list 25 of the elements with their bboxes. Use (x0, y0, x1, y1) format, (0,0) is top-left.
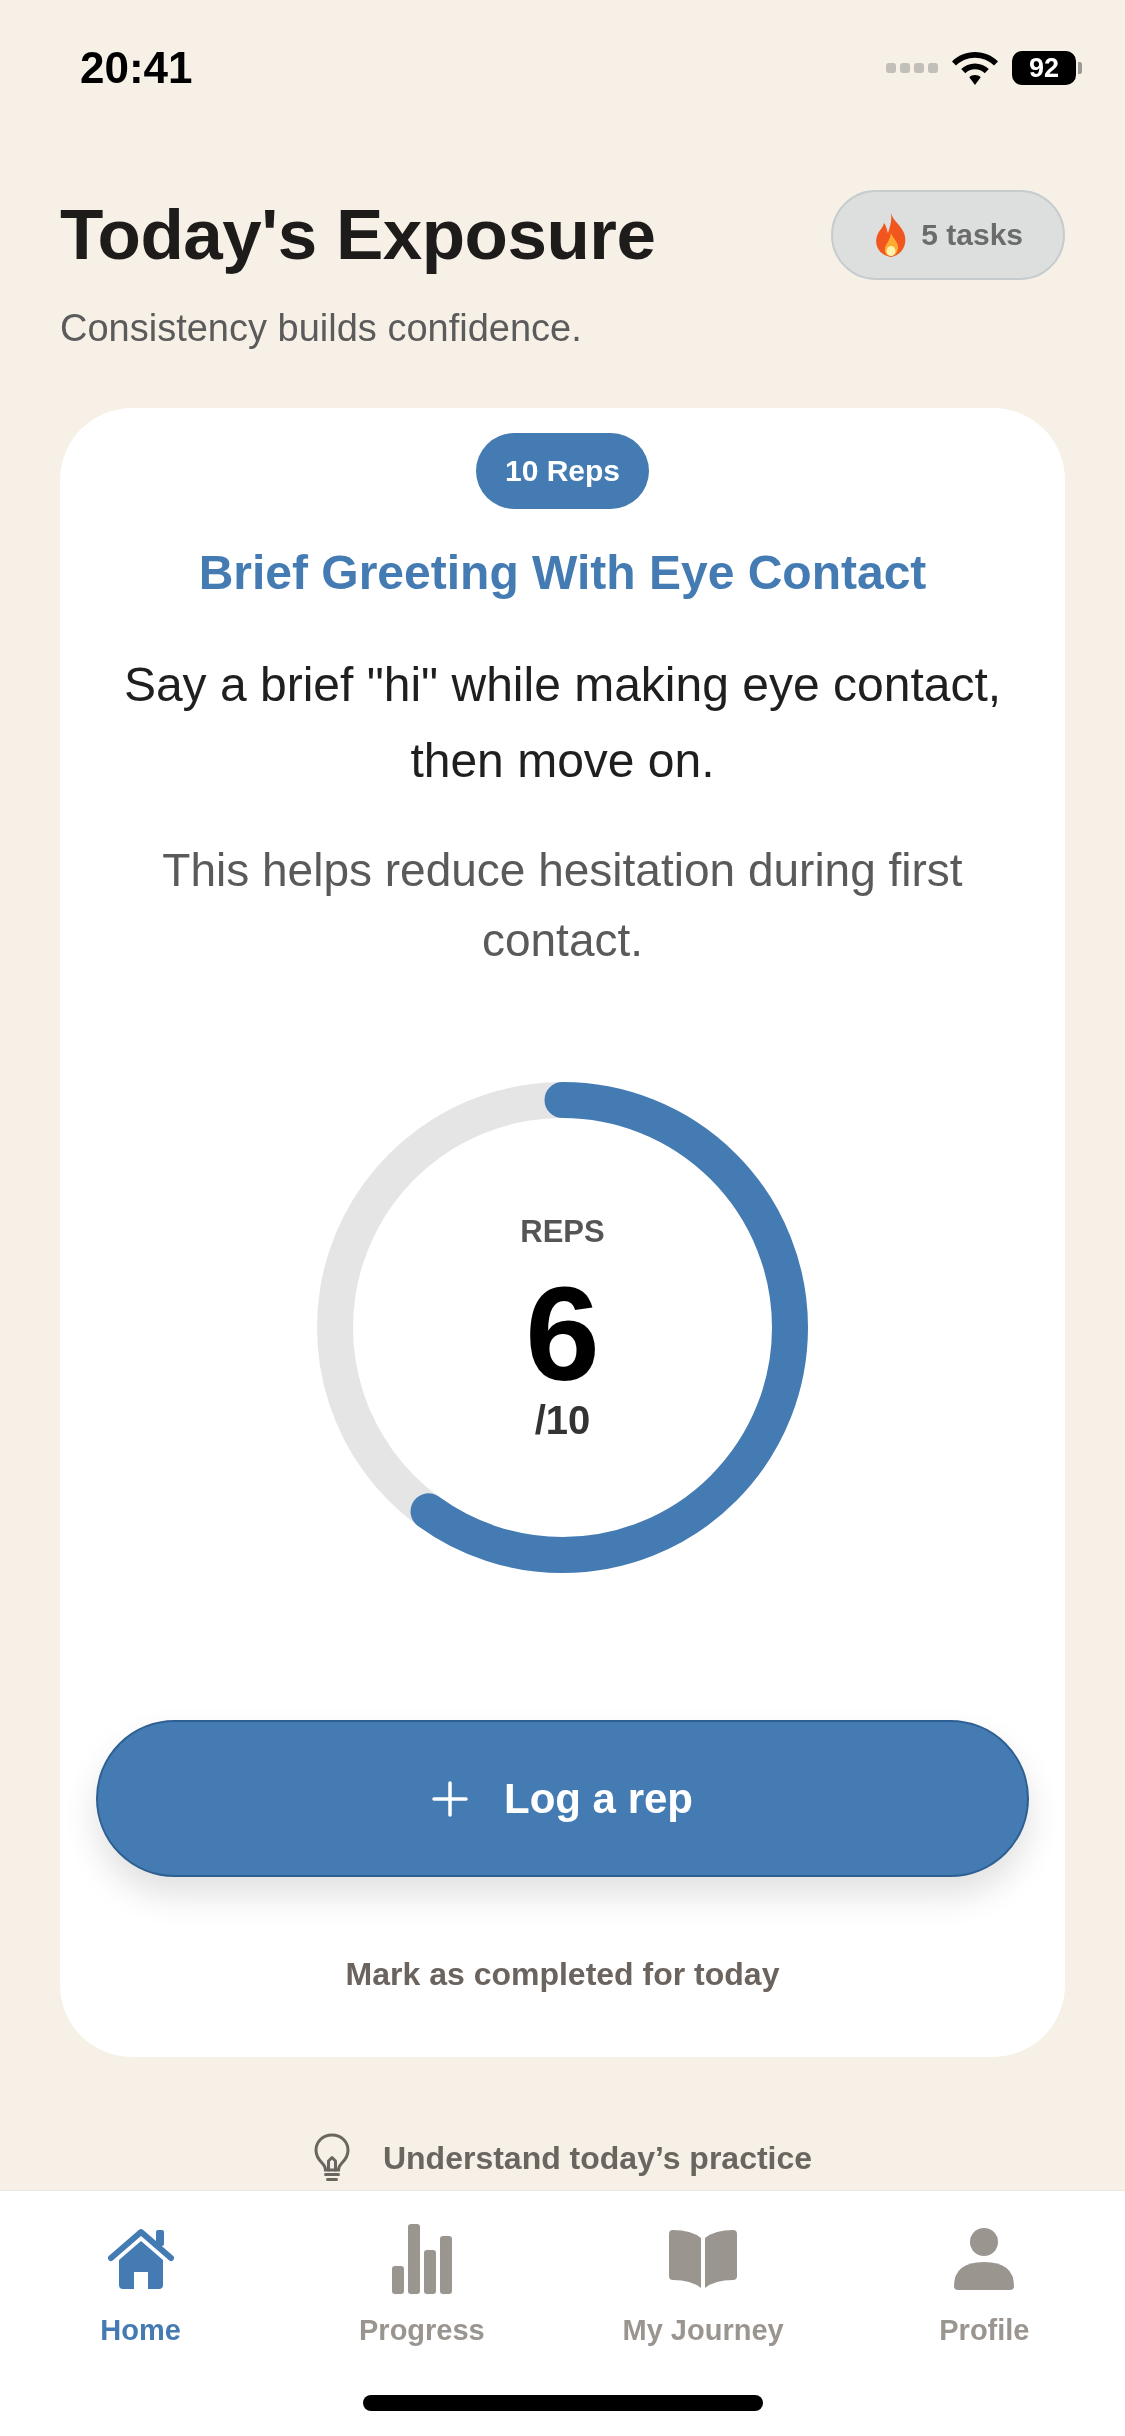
lightbulb-icon (312, 2133, 351, 2183)
tab-bar-item[interactable]: Progress (281, 2224, 563, 2348)
tab-bar-item[interactable]: Home (0, 2224, 282, 2348)
wifi-icon (952, 51, 998, 85)
page-title: Today's Exposure (60, 195, 656, 275)
tab-bar-item[interactable]: Profile (843, 2224, 1125, 2348)
tasks-count: 5 tasks (921, 220, 1023, 250)
signal-icon (886, 63, 938, 73)
exercise-title: Brief Greeting With Eye Contact (198, 545, 927, 601)
home-icon (106, 2227, 175, 2291)
mark-completed-link[interactable]: Mark as completed for today (345, 1954, 780, 1994)
page-subtitle: Consistency builds confidence. (60, 306, 583, 350)
bar-chart-icon (391, 2224, 452, 2294)
practice-link[interactable]: Understand today’s practice (312, 2133, 813, 2183)
reps-label: REPS (520, 1213, 605, 1250)
reps-badge: 10 Reps (475, 433, 650, 509)
log-rep-button[interactable]: Log a rep (96, 1720, 1029, 1877)
battery-indicator: 92 (1012, 51, 1082, 85)
book-icon (669, 2230, 738, 2288)
exercise-instruction: Say a brief "hi" while making eye contact, then move on. (122, 657, 1003, 789)
exercise-rationale: This helps reduce hesitation during first contact. (161, 843, 964, 968)
person-icon (954, 2228, 1015, 2290)
plus-icon (432, 1780, 468, 1817)
status-time: 20:41 (80, 46, 193, 90)
tab-bar-item[interactable]: My Journey (562, 2224, 844, 2348)
